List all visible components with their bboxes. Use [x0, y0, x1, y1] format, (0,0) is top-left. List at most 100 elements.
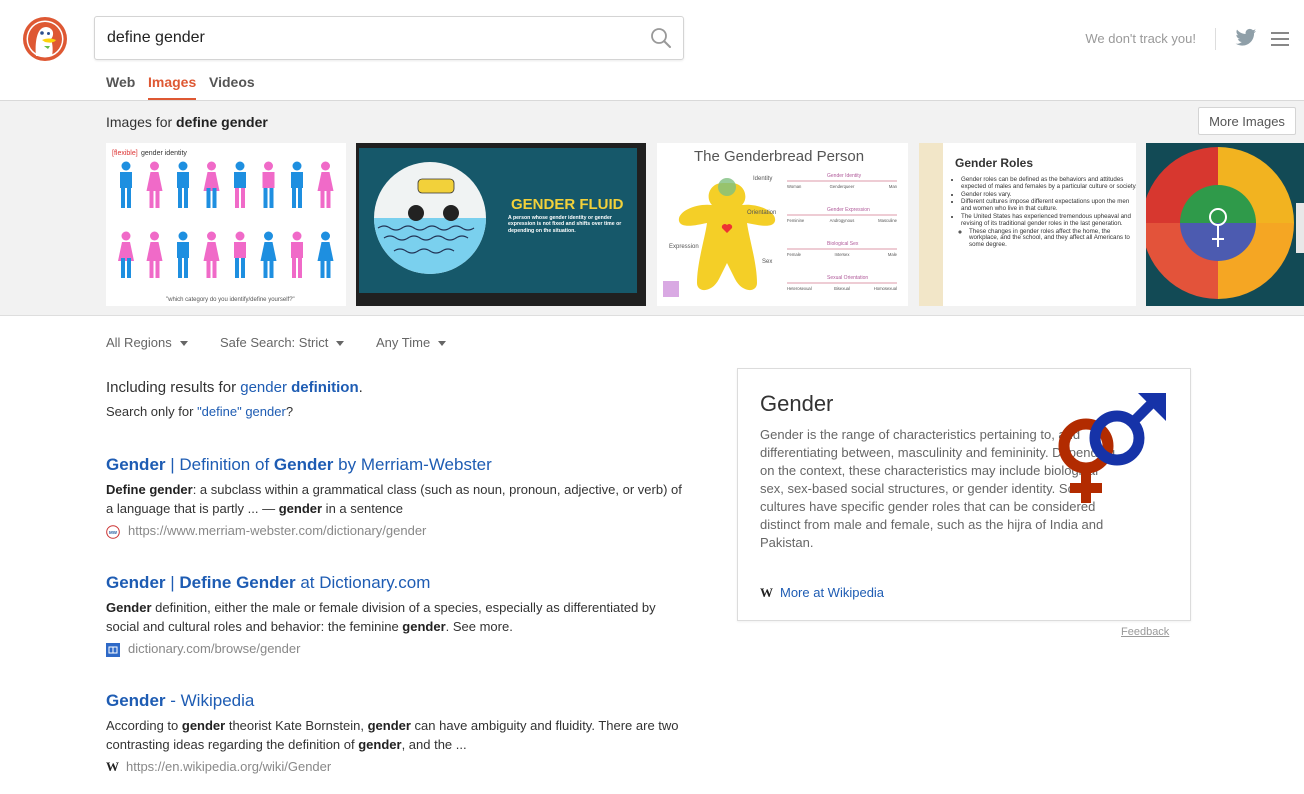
dictionary-com-icon: [106, 642, 120, 657]
figure-row-2: [118, 231, 334, 278]
twitter-icon[interactable]: [1235, 28, 1257, 48]
gender-roles-list: Gender roles can be defined as the behav…: [953, 176, 1136, 249]
genderbread-scale-right: Man: [889, 184, 898, 189]
safe-search-filter-label: Safe Search: Strict: [220, 335, 329, 350]
header-divider: [1215, 28, 1216, 50]
genderbread-scale-right: Homosexual: [874, 286, 897, 291]
result-url: https://en.wikipedia.org/wiki/Gender: [126, 759, 332, 774]
corrected-query-link[interactable]: gender definition: [240, 379, 358, 396]
genderbread-scale-mid: Genderqueer: [830, 184, 855, 189]
gender-roles-sidebar: [919, 143, 943, 306]
result-url-row[interactable]: MW https://www.merriam-webster.com/dicti…: [106, 522, 686, 540]
search-input[interactable]: [107, 17, 627, 59]
genderbread-scale-title: Biological Sex: [827, 241, 859, 247]
genderbread-heading: The Genderbread Person: [694, 148, 864, 165]
feedback-link[interactable]: Feedback: [1121, 626, 1169, 638]
result-snippet: According to gender theorist Kate Bornst…: [106, 718, 679, 752]
more-images-button[interactable]: More Images: [1198, 107, 1296, 135]
chevron-down-icon: [179, 341, 188, 347]
search-icon[interactable]: [649, 26, 673, 50]
more-at-wikipedia-link[interactable]: W More at Wikipedia: [760, 585, 884, 601]
chevron-down-icon: [438, 341, 447, 347]
genderbread-scales: Gender Identity Woman Genderqueer Man Gender…: [787, 173, 898, 291]
time-filter-label: Any Time: [376, 335, 431, 350]
region-filter-label: All Regions: [106, 335, 172, 350]
image-thumb-flexible-identity[interactable]: [flexible] gender identity "which catego…: [106, 143, 346, 306]
tagline[interactable]: We don't track you!: [1050, 31, 1196, 46]
result-item: Gender | Define Gender at Dictionary.com…: [106, 573, 686, 658]
svg-text:MW: MW: [109, 530, 118, 535]
genderbread-scale-mid: Intersex: [835, 252, 851, 257]
thumb1-tag: [flexible]: [112, 150, 138, 157]
result-snippet: Gender definition, either the male or fe…: [106, 600, 656, 634]
result-title-link[interactable]: Gender | Define Gender at Dictionary.com: [106, 573, 686, 593]
genderbread-scale-left: Feminine: [787, 218, 805, 223]
chevron-down-icon: [336, 341, 345, 347]
genderbread-label-identity: Identity: [753, 176, 772, 182]
genderbread-scale-right: Male: [888, 252, 898, 257]
images-module: Images for define gender More Images [fl…: [0, 101, 1304, 316]
color-wheel-image: [1146, 143, 1304, 306]
tab-images[interactable]: Images: [148, 74, 197, 100]
genderbread-scale-title: Gender Identity: [827, 173, 862, 179]
thumb1-title: gender identity: [141, 150, 187, 157]
gender-fluid-image: GENDER FLUID A person whose gender ident…: [356, 143, 646, 306]
image-thumb-gender-roles[interactable]: Gender Roles Gender roles can be defined…: [919, 143, 1136, 306]
gender-roles-heading: Gender Roles: [955, 156, 1034, 170]
image-thumb-gender-fluid[interactable]: GENDER FLUID A person whose gender ident…: [356, 143, 646, 306]
result-url: dictionary.com/browse/gender: [128, 641, 301, 656]
genderbread-label-expression: Expression: [669, 244, 699, 250]
result-url-row[interactable]: Whttps://en.wikipedia.org/wiki/Gender: [106, 758, 686, 776]
genderbread-scale-mid: Bisexual: [834, 286, 850, 291]
result-title-link[interactable]: Gender - Wikipedia: [106, 691, 686, 711]
about-title: Gender: [760, 391, 834, 416]
search-box: [94, 16, 684, 60]
genderbread-scale-left: Female: [787, 252, 802, 257]
genderbread-scale-right: Masculine: [878, 218, 898, 223]
including-results-notice: Including results for gender definition.: [106, 379, 363, 396]
male-female-symbol-icon[interactable]: [1046, 391, 1170, 509]
gender-fluid-heading: GENDER FLUID: [511, 196, 624, 213]
about-panel: Gender Gender is the range of characteri…: [737, 368, 1191, 621]
result-title-link[interactable]: Gender | Definition of Gender by Merriam…: [106, 455, 686, 475]
header: We don't track you! Web Images Videos: [0, 0, 1304, 101]
duckduckgo-logo-icon[interactable]: [22, 16, 68, 62]
genderbread-scale-title: Sexual Orientation: [827, 275, 868, 281]
wikipedia-icon: W: [106, 759, 119, 774]
search-only-prefix: Search only for: [106, 404, 194, 419]
including-prefix: Including results for: [106, 379, 237, 396]
original-query-link[interactable]: "define" gender: [197, 404, 286, 419]
time-filter[interactable]: Any Time: [376, 335, 447, 350]
gender-roles-bullet: Gender roles vary.: [961, 191, 1136, 199]
hamburger-menu-icon[interactable]: [1271, 31, 1289, 47]
genderbread-label-sex: Sex: [762, 259, 772, 265]
merriam-webster-icon: MW: [106, 524, 120, 539]
thumb1-caption: "which category do you identify/define y…: [166, 297, 295, 303]
genderbread-scale-left: Heterosexual: [787, 286, 812, 291]
result-url: https://www.merriam-webster.com/dictiona…: [128, 523, 427, 538]
figure-row-1: [120, 161, 334, 208]
genderbread-person-image: The Genderbread Person Identity Orientat…: [663, 148, 898, 297]
genderbread-scale-title: Gender Expression: [827, 207, 870, 213]
genderbread-label-orientation: Orientation: [747, 210, 776, 216]
gender-roles-bullet: Gender roles can be defined as the behav…: [961, 176, 1136, 191]
gender-identity-figures-image: [flexible] gender identity "which catego…: [112, 150, 334, 303]
images-heading: Images for define gender: [106, 114, 268, 130]
more-at-wikipedia-label: More at Wikipedia: [780, 585, 885, 600]
tab-videos[interactable]: Videos: [209, 74, 255, 98]
safe-search-filter[interactable]: Safe Search: Strict: [220, 335, 345, 350]
search-only-notice: Search only for "define" gender?: [106, 404, 294, 419]
image-thumb-color-wheel[interactable]: [1146, 143, 1304, 306]
result-snippet: Define gender: a subclass within a gramm…: [106, 482, 682, 516]
result-url-row[interactable]: dictionary.com/browse/gender: [106, 640, 686, 658]
result-item: Gender - Wikipedia According to gender t…: [106, 691, 686, 776]
wikipedia-icon: W: [760, 585, 773, 600]
region-filter[interactable]: All Regions: [106, 335, 188, 350]
genderbread-scale-mid: Androgynous: [830, 218, 855, 223]
image-thumb-genderbread[interactable]: The Genderbread Person Identity Orientat…: [657, 143, 908, 306]
genderbread-scale-left: Woman: [787, 184, 802, 189]
tab-web[interactable]: Web: [106, 74, 135, 98]
gender-fluid-text: A person whose gender identity or gender…: [508, 215, 622, 234]
result-item: Gender | Definition of Gender by Merriam…: [106, 455, 686, 540]
gender-roles-sub-bullet: These changes in gender roles affect the…: [969, 228, 1136, 249]
